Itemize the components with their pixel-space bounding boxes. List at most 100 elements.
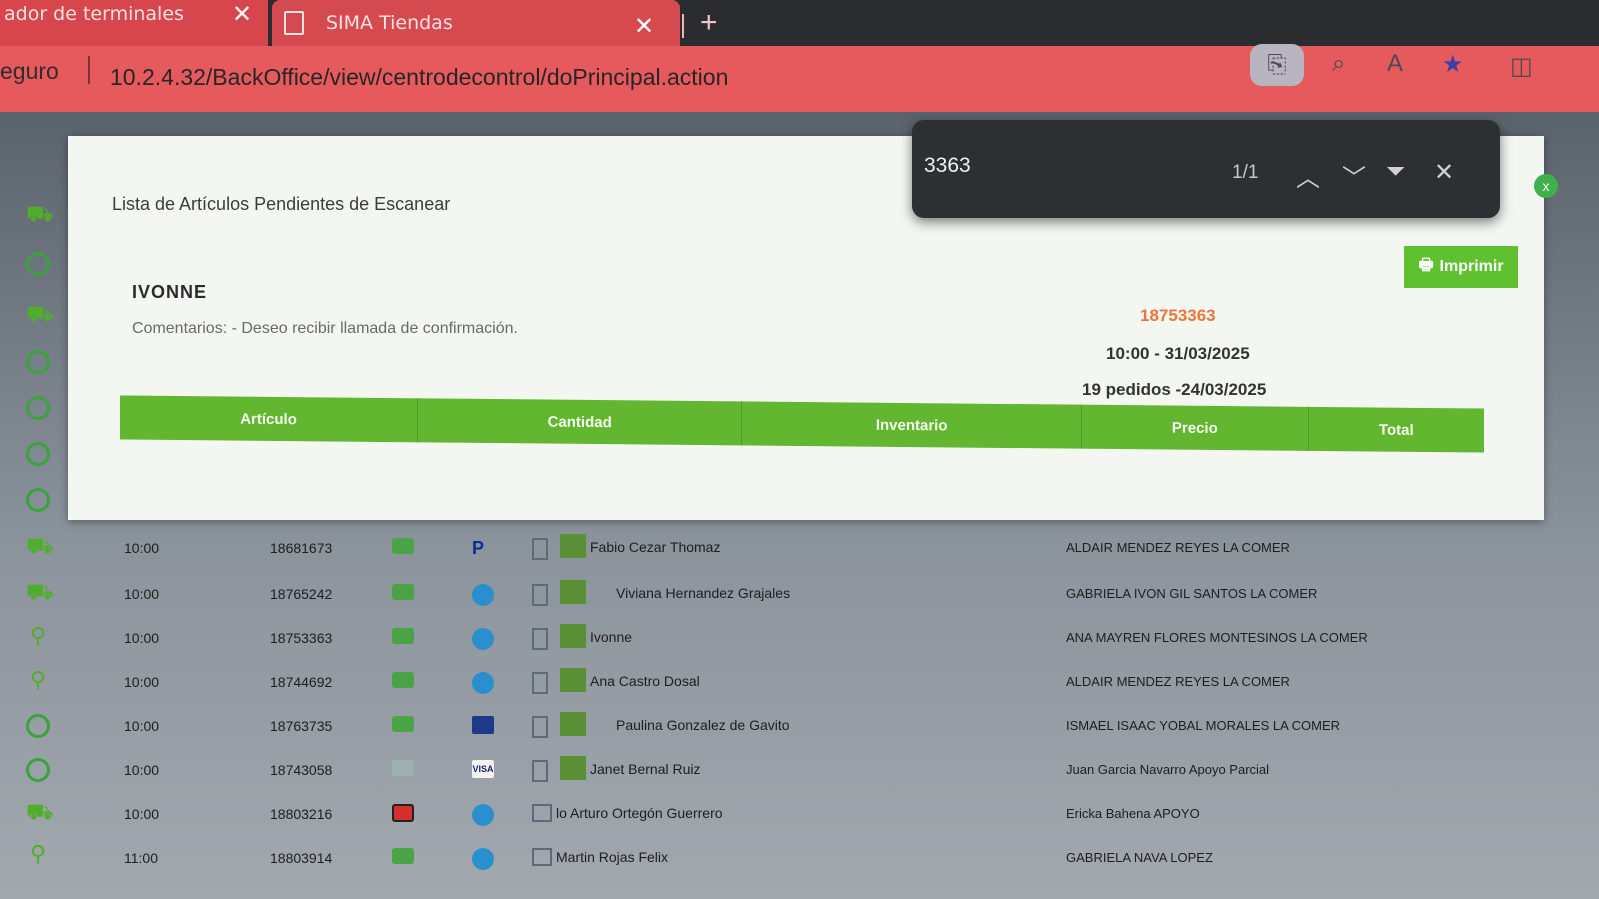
close-icon[interactable]: ✕ bbox=[1434, 158, 1454, 187]
assigned-agent: ANA MAYREN FLORES MONTESINOS LA COMER bbox=[1066, 630, 1368, 645]
delivery-truck-icon bbox=[392, 628, 414, 644]
store-tag-icon bbox=[560, 624, 586, 648]
table-row[interactable]: 10:00 18765242 Viviana Hernandez Grajale… bbox=[0, 576, 1599, 616]
status-circle-icon[interactable] bbox=[26, 442, 50, 466]
status-circle-icon[interactable] bbox=[26, 252, 50, 276]
tab-title: ador de terminales bbox=[4, 3, 184, 25]
row-checkbox[interactable] bbox=[532, 804, 552, 822]
table-row[interactable]: 10:00 18743058 VISA Janet Bernal Ruiz Ju… bbox=[0, 752, 1599, 792]
order-id[interactable]: 18753363 bbox=[270, 630, 332, 646]
order-id[interactable]: 18803216 bbox=[270, 806, 332, 822]
delivery-truck-icon bbox=[392, 716, 414, 732]
paypal-icon: P bbox=[472, 538, 485, 558]
row-checkbox[interactable] bbox=[532, 584, 548, 606]
column-header-precio[interactable]: Precio bbox=[1082, 404, 1309, 451]
order-id[interactable]: 18744692 bbox=[270, 674, 332, 690]
column-header-articulo[interactable]: Artículo bbox=[120, 395, 419, 443]
assigned-agent: ALDAIR MENDEZ REYES LA COMER bbox=[1066, 540, 1290, 555]
split-screen-icon[interactable]: ◫ bbox=[1510, 52, 1533, 81]
zoom-icon[interactable]: ⌕ bbox=[1332, 50, 1345, 78]
tab-strip: ador de terminales ✕ SIMA Tiendas ✕ + bbox=[0, 0, 1599, 46]
chevron-down-icon[interactable]: ﹀ bbox=[1342, 158, 1366, 193]
table-row[interactable]: 10:00 18803216 lo Arturo Ortegón Guerrer… bbox=[0, 796, 1599, 836]
assigned-agent: GABRIELA NAVA LOPEZ bbox=[1066, 850, 1213, 865]
filter-icon[interactable]: ⏷ bbox=[1386, 158, 1405, 186]
delivery-time: 10:00 bbox=[124, 586, 160, 602]
customer-name: Fabio Cezar Thomaz bbox=[590, 539, 721, 555]
customer-name: Janet Bernal Ruiz bbox=[590, 761, 701, 777]
order-count: 19 pedidos -24/03/2025 bbox=[1082, 380, 1267, 399]
tab-terminales[interactable]: ador de terminales ✕ bbox=[0, 0, 268, 46]
url-field[interactable]: 10.2.4.32/BackOffice/view/centrodecontro… bbox=[110, 64, 728, 91]
order-id[interactable]: 18803914 bbox=[270, 850, 332, 866]
security-label[interactable]: eguro bbox=[0, 58, 59, 85]
table-row[interactable]: 10:00 18763735 Paulina Gonzalez de Gavit… bbox=[0, 708, 1599, 748]
modal-title: Lista de Artículos Pendientes de Escanea… bbox=[112, 194, 451, 214]
customer-name: Ana Castro Dosal bbox=[590, 673, 700, 689]
row-checkbox[interactable] bbox=[532, 848, 552, 866]
payment-icon bbox=[472, 628, 494, 650]
table-row[interactable]: 10:00 18744692 Ana Castro Dosal ALDAIR M… bbox=[0, 664, 1599, 704]
reader-mode-icon[interactable]: ⎘ bbox=[1250, 44, 1304, 86]
payment-icon bbox=[472, 672, 494, 694]
row-checkbox[interactable] bbox=[532, 628, 548, 650]
close-icon[interactable]: ✕ bbox=[634, 12, 654, 40]
store-tag-icon bbox=[560, 534, 586, 558]
row-checkbox[interactable] bbox=[532, 538, 548, 560]
customer-name: Ivonne bbox=[590, 629, 633, 645]
cart-icon[interactable]: ⛟ bbox=[26, 202, 54, 226]
delivery-truck-icon bbox=[392, 584, 414, 600]
new-tab-icon[interactable]: + bbox=[700, 6, 718, 40]
status-circle-icon[interactable] bbox=[26, 350, 50, 374]
row-checkbox[interactable] bbox=[532, 716, 548, 738]
table-row[interactable]: 10:00 18681673 P Fabio Cezar Thomaz ALDA… bbox=[0, 530, 1599, 570]
favorite-star-icon[interactable]: ★ bbox=[1442, 50, 1464, 79]
order-id[interactable]: 18681673 bbox=[270, 540, 332, 556]
assigned-agent: Juan Garcia Navarro Apoyo Parcial bbox=[1066, 762, 1270, 777]
amex-card-icon bbox=[472, 716, 494, 734]
locker-icon bbox=[392, 804, 414, 822]
assigned-agent: Ericka Bahena APOYO bbox=[1066, 806, 1200, 821]
cart-icon[interactable]: ⛟ bbox=[26, 302, 54, 326]
column-header-cantidad[interactable]: Cantidad bbox=[418, 398, 743, 446]
customer-name: lo Arturo Ortegón Guerrero bbox=[556, 805, 723, 821]
status-circle-icon[interactable] bbox=[26, 396, 50, 420]
order-number: 18753363 bbox=[1140, 306, 1216, 325]
find-in-page-bar: 3363 1/1 ︿ ﹀ ⏷ ✕ bbox=[912, 120, 1500, 218]
print-button[interactable]: 🖶 Imprimir bbox=[1404, 246, 1518, 288]
find-input[interactable]: 3363 bbox=[924, 154, 971, 178]
column-header-inventario[interactable]: Inventario bbox=[742, 401, 1083, 449]
table-row[interactable]: 10:00 18753363 Ivonne ANA MAYREN FLORES … bbox=[0, 620, 1599, 660]
row-checkbox[interactable] bbox=[532, 760, 548, 782]
chevron-up-icon[interactable]: ︿ bbox=[1296, 158, 1320, 193]
read-aloud-icon[interactable]: A bbox=[1387, 50, 1403, 78]
order-id[interactable]: 18763735 bbox=[270, 718, 332, 734]
modal-close-button[interactable]: x bbox=[1534, 174, 1558, 198]
customer-name: Paulina Gonzalez de Gavito bbox=[616, 717, 790, 733]
payment-icon bbox=[472, 848, 494, 870]
order-id[interactable]: 18765242 bbox=[270, 586, 332, 602]
store-pickup-icon bbox=[392, 760, 414, 776]
delivery-time: 11:00 bbox=[124, 850, 158, 866]
close-icon[interactable]: ✕ bbox=[232, 0, 252, 28]
payment-icon bbox=[472, 584, 494, 606]
delivery-time: 10:00 bbox=[124, 762, 160, 778]
store-tag-icon bbox=[560, 756, 586, 780]
visa-card-icon: VISA bbox=[472, 760, 494, 778]
order-id[interactable]: 18743058 bbox=[270, 762, 332, 778]
status-circle-icon[interactable] bbox=[26, 488, 50, 512]
store-tag-icon bbox=[560, 580, 586, 604]
delivery-time: 10:00 bbox=[124, 630, 160, 646]
assigned-agent: ALDAIR MENDEZ REYES LA COMER bbox=[1066, 674, 1290, 689]
delivery-time: 10:00 bbox=[124, 806, 160, 822]
table-row[interactable]: 11:00 18803914 Martin Rojas Felix GABRIE… bbox=[0, 840, 1599, 880]
delivery-time: 10:00 bbox=[124, 718, 160, 734]
customer-name: Viviana Hernandez Grajales bbox=[616, 585, 791, 601]
customer-name: Martin Rojas Felix bbox=[556, 849, 669, 865]
match-count: 1/1 bbox=[1232, 162, 1259, 183]
tab-title: SIMA Tiendas bbox=[326, 12, 453, 34]
delivery-truck-icon bbox=[392, 848, 414, 864]
column-header-total[interactable]: Total bbox=[1309, 407, 1484, 453]
tab-sima-tiendas[interactable]: SIMA Tiendas ✕ bbox=[272, 0, 680, 46]
row-checkbox[interactable] bbox=[532, 672, 548, 694]
